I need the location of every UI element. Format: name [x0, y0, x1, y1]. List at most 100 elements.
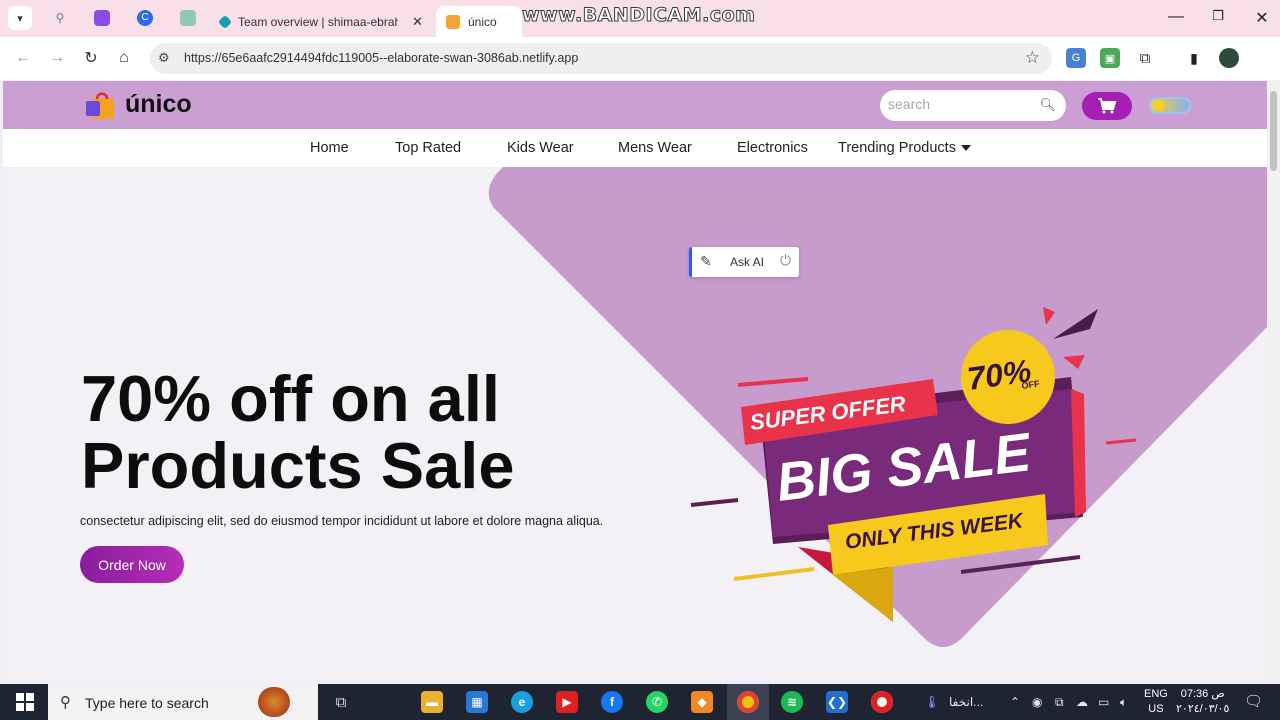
- search-icon[interactable]: 🔍︎: [1039, 97, 1056, 113]
- spotify-icon[interactable]: ≋: [781, 691, 803, 713]
- windows-start-icon[interactable]: [16, 693, 34, 711]
- tab-team-overview[interactable]: Team overview | shimaa-ebrahi ✕: [210, 6, 435, 37]
- pinned-tab-1[interactable]: ⚲: [50, 8, 70, 28]
- c-favicon-icon: C: [137, 10, 153, 26]
- order-now-button[interactable]: Order Now: [80, 546, 184, 583]
- youtube-icon[interactable]: ▶: [556, 691, 578, 713]
- lang-top: ENG: [1144, 688, 1168, 700]
- app-orange-icon[interactable]: ◆: [691, 691, 713, 713]
- cart-icon: [1098, 98, 1117, 114]
- caret-down-icon: [960, 145, 971, 152]
- search-input[interactable]: [888, 96, 1028, 112]
- nav-trending-products[interactable]: Trending Products: [838, 140, 971, 156]
- show-hidden-icons-icon[interactable]: ⌃: [1010, 695, 1020, 709]
- close-window-icon[interactable]: ✕: [1252, 8, 1272, 28]
- side-panel-icon[interactable]: ▮: [1184, 48, 1204, 68]
- cart-button[interactable]: [1082, 92, 1132, 120]
- url-text[interactable]: https://65e6aafc2914494fdc119005--elabor…: [184, 51, 578, 65]
- language-indicator[interactable]: ENG US: [1144, 687, 1168, 717]
- clock[interactable]: 07:36 ص ٢٠٢٤/٠٣/٠٥: [1176, 687, 1229, 717]
- search-icon: ⚲: [60, 694, 71, 711]
- site-info-icon[interactable]: ⚙: [158, 50, 170, 66]
- notifications-icon[interactable]: 🗨︎: [1244, 692, 1263, 710]
- lang-bottom: US: [1148, 703, 1164, 715]
- search-highlight-image-icon: [258, 687, 290, 717]
- pinned-tab-3[interactable]: C: [135, 8, 155, 28]
- device-tray-icon[interactable]: ⧉: [1055, 695, 1064, 710]
- deco-streak: [960, 555, 1081, 574]
- tab-title: único: [468, 14, 497, 29]
- nav-trending-label: Trending Products: [838, 140, 956, 156]
- extensions-puzzle-icon[interactable]: ⧉: [1135, 48, 1155, 68]
- hero-title: 70% off on all Products Sale: [81, 365, 601, 499]
- vscode-icon[interactable]: ❮❯: [826, 691, 848, 713]
- deco-streak: [733, 567, 815, 581]
- site-header: único 🔍︎: [3, 81, 1267, 129]
- minimize-icon[interactable]: —: [1166, 8, 1186, 26]
- bookmark-star-icon[interactable]: ☆: [1025, 48, 1040, 68]
- deco-triangle: [1063, 355, 1085, 369]
- toggle-knob: [1153, 100, 1165, 111]
- deco-streak: [737, 377, 809, 387]
- clock-date: ٢٠٢٤/٠٣/٠٥: [1176, 703, 1230, 715]
- task-view-icon[interactable]: ⧉: [330, 691, 352, 713]
- translate-extension-icon[interactable]: G: [1066, 48, 1086, 68]
- back-arrow-icon[interactable]: ←: [12, 47, 34, 69]
- tab-unico[interactable]: único: [436, 6, 522, 37]
- bandicam-watermark: www.BANDICAM.com: [521, 4, 756, 27]
- shopping-bag-favicon-icon: [446, 14, 460, 29]
- hero-section: ✎ Ask AI ⏻ SUPER OFFER BIG SALE ONLY THI…: [3, 167, 1267, 680]
- whatsapp-icon[interactable]: ✆: [646, 691, 668, 713]
- site-nav: Home Top Rated Kids Wear Mens Wear Elect…: [3, 129, 1267, 167]
- restore-icon[interactable]: ❐: [1208, 8, 1228, 24]
- volume-icon[interactable]: 🔈︎: [1120, 695, 1127, 710]
- hero-description: consectetur adipiscing elit, sed do eius…: [80, 514, 604, 528]
- nav-mens-wear[interactable]: Mens Wear: [618, 140, 692, 156]
- nav-kids-wear[interactable]: Kids Wear: [507, 140, 574, 156]
- deco-triangle: [1043, 307, 1055, 325]
- bandicam-record-icon[interactable]: [871, 691, 893, 713]
- profile-avatar[interactable]: [1219, 48, 1239, 68]
- microsoft-store-icon[interactable]: ▦: [466, 691, 488, 713]
- brand-logo-text[interactable]: único: [125, 90, 192, 119]
- clock-time: 07:36 ص: [1180, 688, 1225, 700]
- address-bar[interactable]: ⚙ https://65e6aafc2914494fdc119005--elab…: [150, 43, 1052, 74]
- weather-text[interactable]: انخفا...: [949, 695, 983, 709]
- forward-arrow-icon[interactable]: →: [46, 47, 68, 69]
- record-tray-icon[interactable]: ◉: [1032, 695, 1042, 709]
- chatbot-favicon-icon: [94, 10, 110, 26]
- search-box: 🔍︎: [880, 90, 1066, 121]
- pinned-tab-4[interactable]: [178, 8, 198, 28]
- nav-home[interactable]: Home: [310, 140, 349, 156]
- tab-search-menu-button[interactable]: ▾: [8, 6, 32, 30]
- scrollbar-thumb[interactable]: [1270, 91, 1277, 171]
- tab-close-icon[interactable]: ✕: [412, 14, 423, 30]
- diamond-favicon-icon: [217, 14, 233, 29]
- chrome-icon[interactable]: [737, 691, 759, 713]
- cloud-icon[interactable]: ☁: [1076, 695, 1088, 709]
- deco-triangle: [1053, 309, 1098, 339]
- openai-favicon-icon: [180, 10, 196, 26]
- pinned-tab-2[interactable]: [92, 8, 112, 28]
- nav-electronics[interactable]: Electronics: [737, 140, 808, 156]
- taskbar-search-placeholder: Type here to search: [85, 695, 209, 711]
- home-icon[interactable]: ⌂: [113, 47, 135, 69]
- deco-streak: [1105, 438, 1137, 445]
- facebook-icon[interactable]: f: [601, 691, 623, 713]
- battery-icon[interactable]: ▭: [1098, 695, 1109, 709]
- windows-taskbar: ⚲ Type here to search ⧉ ▬ ▦ e ▶ f ✆ ◆ ≋ …: [0, 684, 1280, 720]
- browser-tab-strip: ▾ ⚲ C Team overview | shimaa-ebrahi ✕ ún…: [0, 0, 1280, 37]
- edge-icon[interactable]: e: [511, 691, 533, 713]
- thermometer-icon: 🌡︎: [924, 695, 940, 709]
- page-scrollbar[interactable]: [1267, 81, 1280, 681]
- reload-icon[interactable]: ↻: [80, 47, 102, 69]
- theme-toggle[interactable]: [1149, 97, 1191, 114]
- nav-top-rated[interactable]: Top Rated: [395, 140, 461, 156]
- green-extension-icon[interactable]: ▣: [1100, 48, 1120, 68]
- tab-favicon-icon: ⚲: [55, 11, 65, 25]
- deco-streak: [690, 498, 739, 507]
- shopping-bag-logo-icon: [86, 92, 114, 119]
- file-explorer-icon[interactable]: ▬: [421, 691, 443, 713]
- hero-title-line1: 70% off on all: [81, 362, 500, 435]
- taskbar-search-box[interactable]: ⚲ Type here to search: [48, 684, 318, 720]
